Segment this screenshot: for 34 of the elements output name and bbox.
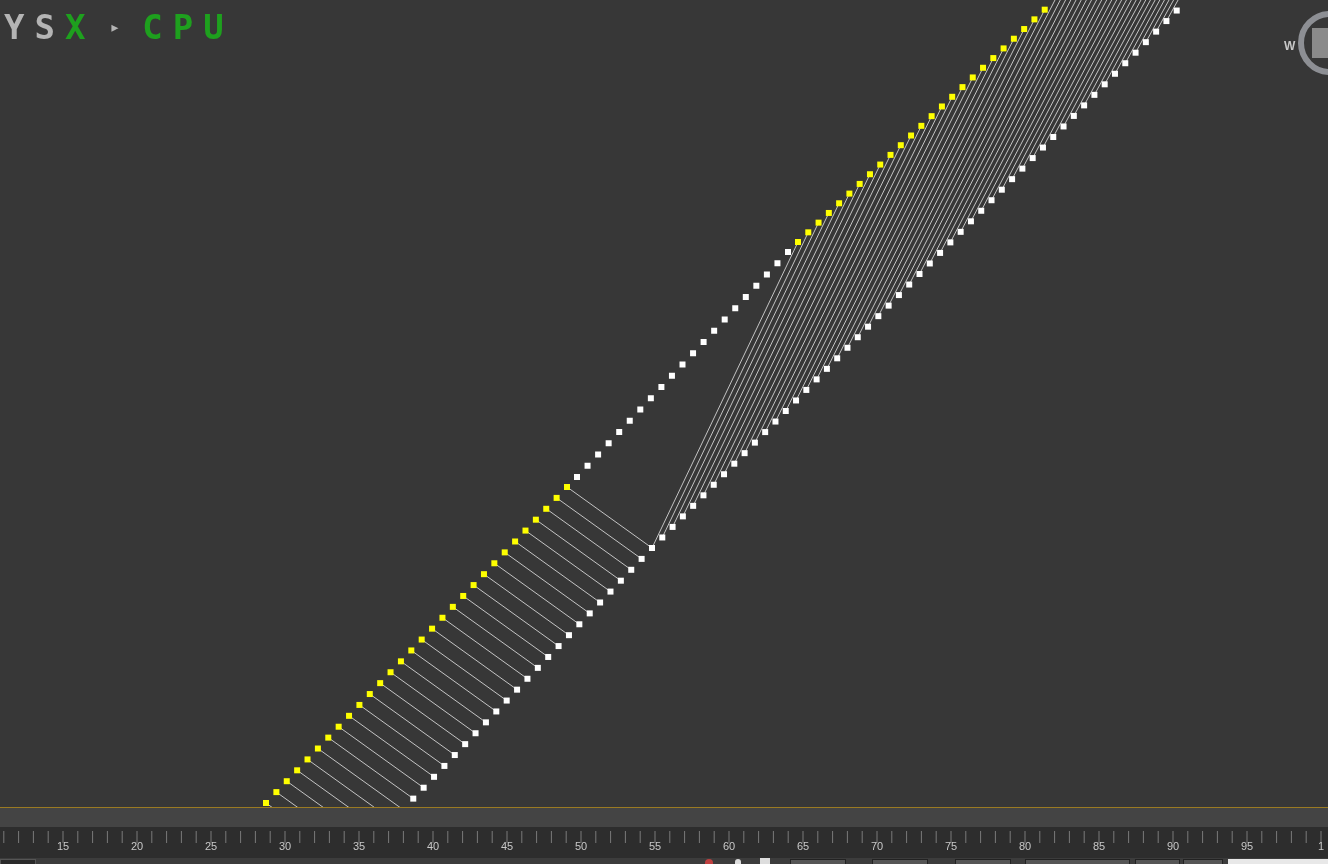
frame-number: 95 <box>1240 841 1254 852</box>
frame-number: 70 <box>870 841 884 852</box>
frame-number: 15 <box>56 841 70 852</box>
time-slider-track[interactable] <box>0 808 1328 827</box>
status-field[interactable] <box>1183 859 1223 864</box>
status-field[interactable] <box>790 859 846 864</box>
status-field[interactable] <box>872 859 928 864</box>
frame-number: 40 <box>426 841 440 852</box>
frame-number: 35 <box>352 841 366 852</box>
frame-number: 90 <box>1166 841 1180 852</box>
viewcube-icon[interactable] <box>1297 10 1328 76</box>
mode-label: CPU <box>142 10 234 44</box>
engine-label: X <box>64 10 86 44</box>
frame-number: 55 <box>648 841 662 852</box>
status-field[interactable] <box>1135 859 1180 864</box>
frame-number: 45 <box>500 841 514 852</box>
arrow-icon: ▸ <box>109 18 121 36</box>
frame-number: 75 <box>944 841 958 852</box>
status-field[interactable] <box>955 859 1011 864</box>
frame-number: 85 <box>1092 841 1106 852</box>
frame-number: 65 <box>796 841 810 852</box>
frame-number: 30 <box>278 841 292 852</box>
status-field[interactable] <box>0 859 36 864</box>
frame-number: 25 <box>204 841 218 852</box>
frame-number: 60 <box>722 841 736 852</box>
status-field[interactable] <box>1025 859 1130 864</box>
frame-number: 80 <box>1018 841 1032 852</box>
status-field[interactable] <box>1228 859 1328 864</box>
compass-label: W <box>1284 38 1296 55</box>
frame-number: 50 <box>574 841 588 852</box>
key-icon[interactable] <box>705 859 713 864</box>
engine-label: YS <box>4 10 65 44</box>
frame-number: 20 <box>130 841 144 852</box>
frame-number: 1 <box>1318 841 1325 852</box>
